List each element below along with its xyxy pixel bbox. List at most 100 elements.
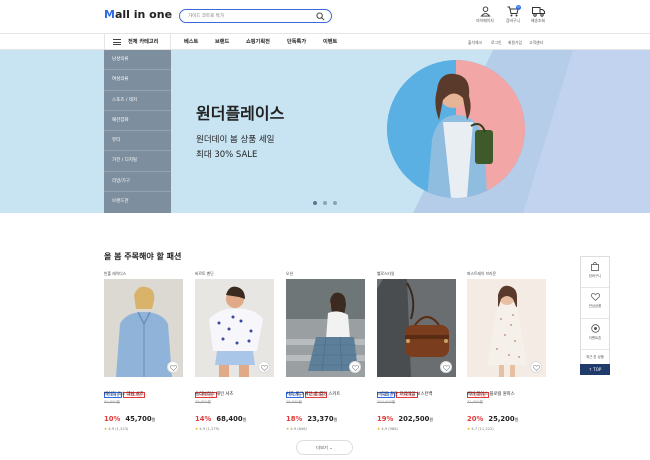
sale-price: 202,500	[398, 415, 430, 423]
scroll-top-button[interactable]: ↑ TOP	[580, 364, 610, 375]
nav-link-special[interactable]: 단독특가	[287, 38, 306, 45]
side-menu-item[interactable]: 여성의류	[104, 70, 171, 91]
side-menu-item[interactable]: 브랜드관	[104, 192, 171, 212]
discount-rate: 20%	[467, 415, 484, 423]
star-icon: ★	[195, 427, 199, 431]
quick-event-button[interactable]: 이벤트존	[581, 324, 609, 350]
product-name[interactable]: 셔츠 체크 패턴 롱 랩딩 스커트	[286, 391, 365, 397]
wishlist-button[interactable]	[440, 361, 452, 373]
product-image[interactable]	[195, 279, 274, 377]
product-card[interactable]: 헬로스타일 무료배송 스마트배송 브라운 투톤 프리미엄 보스턴백 250,000…	[377, 271, 456, 431]
product-rating: ★ 4.9 (1,223)	[104, 427, 129, 431]
heart-icon	[352, 364, 359, 371]
discount-rate: 18%	[286, 415, 303, 423]
pagination-dot[interactable]	[313, 201, 317, 205]
header: Mall in one 마이페이지 0 장바구니 배송조회	[0, 0, 650, 33]
pagination-dot[interactable]	[333, 201, 337, 205]
nav-link-brand[interactable]: 브랜드	[215, 38, 229, 45]
discount-rate: 19%	[377, 415, 394, 423]
side-menu-item[interactable]: 패션잡화	[104, 111, 171, 132]
cart-count-badge: 0	[516, 5, 521, 10]
quick-cart-button[interactable]: 장바구니	[581, 262, 609, 288]
heart-icon	[590, 293, 600, 301]
product-brand: 헬로스타일	[377, 271, 395, 276]
search-input[interactable]	[188, 13, 308, 20]
product-name[interactable]: 슬리브리스 패턴 셔츠	[195, 391, 274, 397]
sale-price: 68,400	[216, 415, 243, 423]
more-button[interactable]: 더보기 ⌄	[296, 440, 353, 455]
side-menu-item[interactable]: 리빙/가구	[104, 172, 171, 193]
product-image[interactable]	[377, 279, 456, 377]
nav-link-event[interactable]: 이벤트	[323, 38, 337, 45]
sale-price: 23,370	[307, 415, 334, 423]
quick-menu: 장바구니 관심상품 이벤트존 최근 본 상품 ↑ TOP	[580, 256, 610, 375]
nav-link-exhibition[interactable]: 쇼핑기획전	[246, 38, 270, 45]
delivery-button[interactable]: 배송조회	[523, 6, 553, 24]
category-button[interactable]: 전체 카테고리	[104, 34, 171, 50]
product-brand: 퍼스트레이 브라운	[467, 271, 497, 276]
star-icon: ★	[286, 427, 290, 431]
side-menu-item[interactable]: 스포츠 / 레저	[104, 91, 171, 111]
heart-icon	[170, 364, 177, 371]
logo[interactable]: Mall in one	[104, 8, 172, 21]
section-title: 올 봄 주목해야 할 패션	[104, 252, 182, 261]
product-rating: ★ 4.9 (846)	[286, 427, 307, 431]
wishlist-button[interactable]	[167, 361, 179, 373]
hamburger-icon	[113, 39, 121, 45]
sale-price: 45,700	[125, 415, 152, 423]
product-image[interactable]	[286, 279, 365, 377]
original-price: 79,600원	[195, 400, 211, 404]
banner-subtitle: 원더데이 봄 상품 세일	[196, 135, 275, 145]
product-name[interactable]: 브라운 투톤 프리미엄 보스턴백	[377, 391, 456, 397]
search-box[interactable]	[179, 9, 332, 23]
quick-wishlist-button[interactable]: 관심상품	[581, 293, 609, 319]
product-card[interactable]: 퍼스트레이 브라운 스마트배송 베버 레이스 플로럴 원피스 31,500원 2…	[467, 271, 546, 431]
util-customer-center[interactable]: 고객센터	[529, 40, 543, 46]
side-menu-item[interactable]: 가전 / 디지털	[104, 151, 171, 172]
heart-icon	[533, 364, 540, 371]
mypage-label: 마이페이지	[476, 18, 494, 23]
product-brand: 빈폴 레이디스	[104, 271, 127, 276]
heart-icon	[443, 364, 450, 371]
product-image[interactable]	[104, 279, 183, 377]
main-banner[interactable]	[0, 50, 650, 213]
product-rating: ★ 4.9 (988)	[377, 427, 398, 431]
util-attendance[interactable]: 출석체크	[468, 40, 482, 46]
coupon-icon	[590, 324, 600, 333]
search-icon[interactable]	[316, 12, 325, 21]
currency-unit: 원	[333, 417, 338, 422]
product-image[interactable]	[467, 279, 546, 377]
product-name[interactable]: 베버 레이스 플로럴 원피스	[467, 391, 546, 397]
truck-icon	[531, 7, 545, 17]
person-icon	[479, 6, 491, 17]
wishlist-button[interactable]	[349, 361, 361, 373]
original-price: 250,000원	[377, 400, 396, 404]
star-icon: ★	[467, 427, 471, 431]
star-icon: ★	[104, 427, 108, 431]
pagination-dot[interactable]	[323, 201, 327, 205]
sale-price: 25,200	[488, 415, 515, 423]
nav-link-best[interactable]: 베스트	[184, 38, 198, 45]
product-card[interactable]: 오션 무료배송 스마트배송 셔츠 체크 패턴 롱 랩딩 스커트 28,500원 1…	[286, 271, 365, 431]
original-price: 50,800원	[104, 400, 120, 404]
mypage-button[interactable]: 마이페이지	[470, 6, 500, 24]
util-signup[interactable]: 회원가입	[508, 40, 522, 46]
star-icon: ★	[377, 427, 381, 431]
quick-cart-label: 장바구니	[588, 274, 602, 278]
currency-unit: 원	[242, 417, 247, 422]
product-name[interactable]: 베이직 옥스 데님 셔츠	[104, 391, 183, 397]
discount-rate: 10%	[104, 415, 121, 423]
product-card[interactable]: 바르토 벤딘 스마트배송 슬리브리스 패턴 셔츠 79,600원 14% 68,…	[195, 271, 274, 431]
product-card[interactable]: 빈폴 레이디스 무료배송 스마트배송 베이직 옥스 데님 셔츠 50,800원 1…	[104, 271, 183, 431]
currency-unit: 원	[514, 417, 519, 422]
side-menu-item[interactable]: 뷰티	[104, 131, 171, 152]
delivery-label: 배송조회	[531, 18, 545, 23]
quick-event-label: 이벤트존	[588, 336, 602, 340]
original-price: 31,500원	[467, 400, 483, 404]
wishlist-button[interactable]	[258, 361, 270, 373]
original-price: 28,500원	[286, 400, 302, 404]
util-login[interactable]: 로그인	[491, 40, 501, 46]
wishlist-button[interactable]	[530, 361, 542, 373]
side-menu-item[interactable]: 남성의류	[104, 50, 171, 71]
currency-unit: 원	[429, 417, 434, 422]
